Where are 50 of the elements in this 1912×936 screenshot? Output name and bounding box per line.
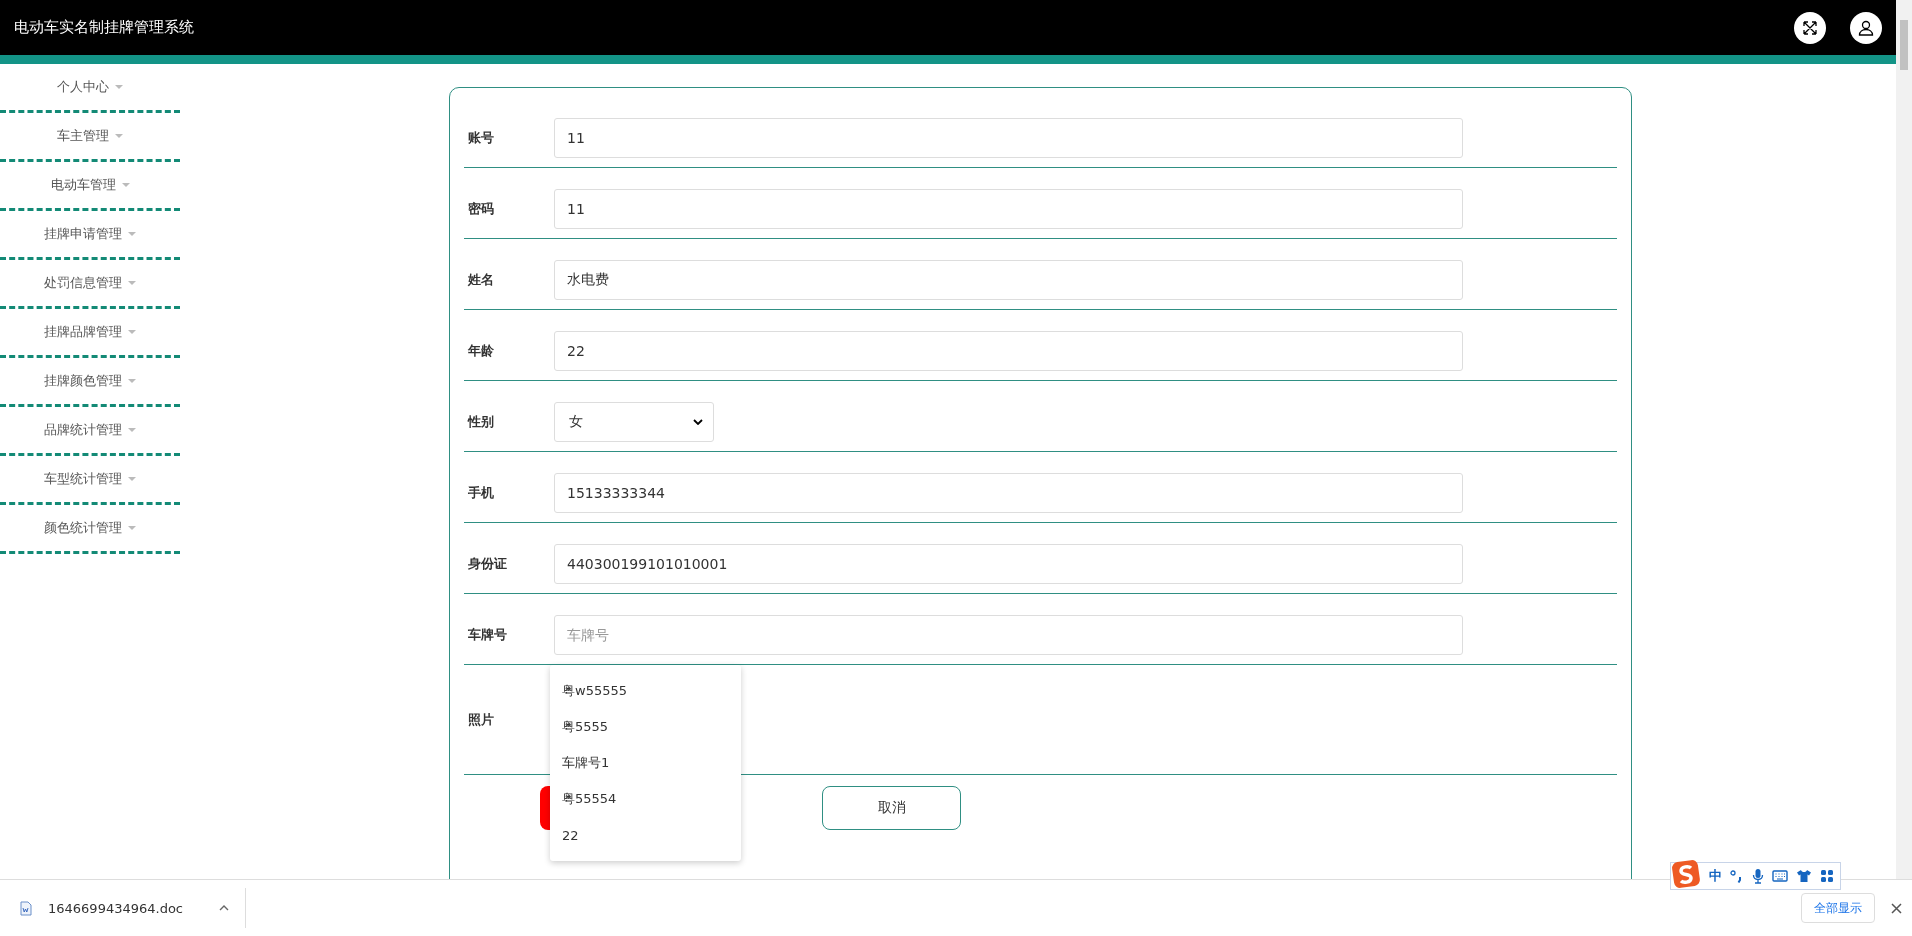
input-field[interactable]: 车牌号 bbox=[554, 615, 1463, 655]
field-label: 身份证 bbox=[467, 555, 508, 573]
input-field[interactable]: 440300199101010001 bbox=[554, 544, 1463, 584]
suggestion-item[interactable]: 粤w55555 bbox=[550, 673, 741, 709]
input-field[interactable]: 15133333344 bbox=[554, 473, 1463, 513]
app-title: 电动车实名制挂牌管理系统 bbox=[14, 18, 195, 37]
sidebar-item[interactable]: 品牌统计管理 bbox=[0, 407, 180, 456]
scrollbar[interactable] bbox=[1896, 0, 1912, 879]
keyboard-icon[interactable] bbox=[1772, 870, 1788, 882]
sidebar-item[interactable]: 挂牌颜色管理 bbox=[0, 358, 180, 407]
field-label: 性别 bbox=[466, 413, 495, 431]
sidebar-item[interactable]: 挂牌品牌管理 bbox=[0, 309, 180, 358]
suggestion-item[interactable]: 车牌号1 bbox=[550, 745, 741, 781]
microphone-icon[interactable] bbox=[1752, 868, 1764, 884]
field-label: 账号 bbox=[467, 129, 495, 147]
show-all-button[interactable]: 全部显示 bbox=[1801, 893, 1875, 923]
select-field[interactable]: 女 bbox=[554, 402, 714, 442]
input-field[interactable]: 22 bbox=[554, 331, 1463, 371]
field-label: 手机 bbox=[467, 484, 495, 502]
field-label: 密码 bbox=[467, 200, 495, 218]
input-field[interactable]: 11 bbox=[554, 189, 1463, 229]
sidebar-item[interactable]: 车型统计管理 bbox=[0, 456, 180, 505]
punctuation-icon[interactable] bbox=[1730, 869, 1744, 883]
document-icon bbox=[20, 900, 32, 916]
suggestion-item[interactable]: 粤5555 bbox=[550, 709, 741, 745]
ime-mode-toggle[interactable]: 中 bbox=[1709, 867, 1722, 885]
close-icon[interactable] bbox=[1891, 902, 1902, 914]
chevron-down-icon bbox=[693, 419, 703, 425]
sidebar-item[interactable]: 个人中心 bbox=[0, 64, 180, 113]
sidebar-item[interactable]: 车主管理 bbox=[0, 113, 180, 162]
caret-up-icon[interactable] bbox=[219, 905, 229, 911]
user-icon[interactable] bbox=[1850, 11, 1882, 44]
fullscreen-icon[interactable] bbox=[1794, 11, 1826, 44]
ime-logo-icon[interactable] bbox=[1671, 863, 1701, 889]
shirt-icon[interactable] bbox=[1796, 869, 1812, 883]
field-label: 姓名 bbox=[467, 271, 495, 289]
field-label: 照片 bbox=[467, 710, 495, 729]
cancel-button[interactable]: 取消 bbox=[822, 786, 961, 830]
sidebar-item[interactable]: 颜色统计管理 bbox=[0, 505, 180, 554]
apps-grid-icon[interactable] bbox=[1820, 869, 1834, 883]
sidebar-item[interactable]: 电动车管理 bbox=[0, 162, 180, 211]
sidebar-item[interactable]: 处罚信息管理 bbox=[0, 260, 180, 309]
input-field[interactable]: 水电费 bbox=[554, 260, 1463, 300]
field-label: 年龄 bbox=[467, 342, 495, 360]
sidebar-item[interactable]: 挂牌申请管理 bbox=[0, 211, 180, 260]
download-filename[interactable]: 1646699434964.doc bbox=[48, 900, 183, 916]
field-label: 车牌号 bbox=[467, 626, 508, 644]
suggestion-item[interactable]: 22 bbox=[550, 817, 741, 853]
input-field[interactable]: 11 bbox=[554, 118, 1463, 158]
suggestion-item[interactable]: 粤55554 bbox=[550, 781, 741, 817]
